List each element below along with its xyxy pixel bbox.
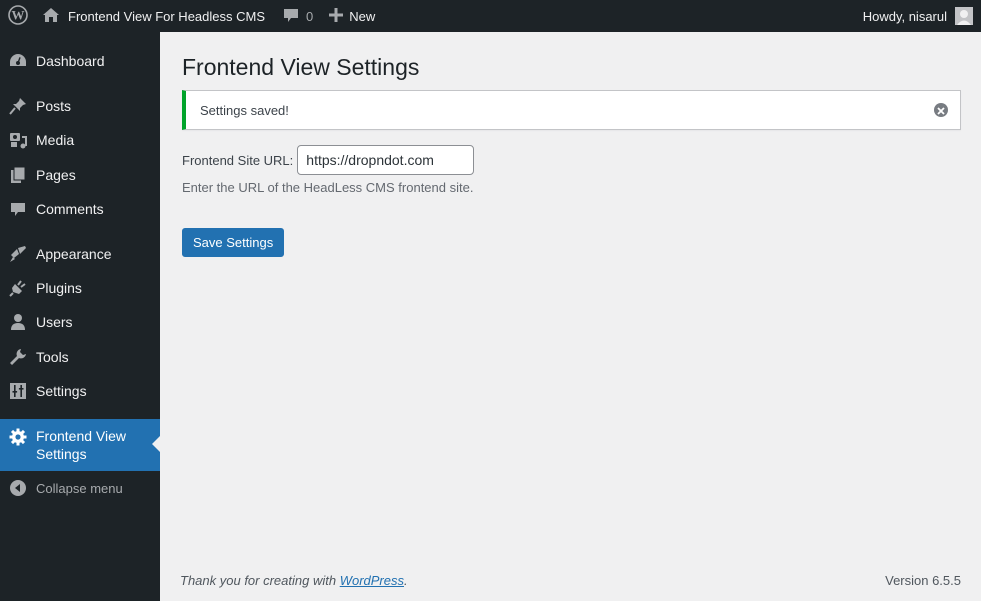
collapse-menu-button[interactable]: Collapse menu	[0, 471, 160, 505]
dismiss-notice-button[interactable]	[934, 103, 948, 117]
comments-link[interactable]: 0	[273, 0, 321, 32]
new-label: New	[349, 8, 376, 24]
save-settings-button[interactable]: Save Settings	[182, 228, 285, 257]
sidebar-item-users[interactable]: Users	[0, 305, 160, 339]
home-icon	[42, 7, 60, 26]
sidebar-item-label: Frontend View Settings	[36, 428, 127, 462]
media-icon	[0, 131, 36, 149]
wrench-icon	[0, 348, 36, 366]
sidebar-item-media[interactable]: Media	[0, 123, 160, 157]
sliders-icon	[0, 383, 36, 399]
main-content: Frontend View Settings Settings saved! F…	[160, 32, 981, 601]
sidebar-item-settings[interactable]: Settings	[0, 374, 160, 408]
collapse-arrow-icon	[0, 479, 36, 497]
sidebar-item-label: Media	[36, 132, 75, 148]
sidebar-item-label: Users	[36, 314, 73, 330]
dashboard-icon	[0, 53, 36, 69]
frontend-url-field-row: Frontend Site URL:	[182, 145, 475, 175]
svg-text:W: W	[12, 7, 25, 22]
comment-icon	[0, 201, 36, 217]
admin-bar: W Frontend View For Headless CMS 0 New H…	[0, 0, 981, 32]
footer-thanks-text: Thank you for creating with	[180, 573, 340, 588]
plus-icon	[329, 7, 344, 25]
my-account-menu[interactable]: Howdy, nisarul	[855, 0, 981, 32]
success-notice: Settings saved!	[182, 90, 961, 130]
new-content-link[interactable]: New	[321, 0, 383, 32]
site-name: Frontend View For Headless CMS	[68, 8, 266, 24]
comments-count: 0	[306, 8, 314, 24]
sidebar-item-label: Comments	[36, 201, 104, 217]
notice-message: Settings saved!	[200, 102, 289, 118]
sidebar-item-label: Plugins	[36, 280, 82, 296]
sidebar-item-label: Settings	[36, 383, 87, 399]
frontend-url-input[interactable]	[297, 145, 475, 175]
close-icon	[937, 103, 945, 118]
sidebar-item-pages[interactable]: Pages	[0, 158, 160, 192]
collapse-menu-label: Collapse menu	[36, 480, 123, 496]
sidebar-item-dashboard[interactable]: Dashboard	[0, 44, 160, 78]
frontend-url-description: Enter the URL of the HeadLess CMS fronte…	[182, 180, 474, 195]
sidebar-item-plugins[interactable]: Plugins	[0, 271, 160, 305]
wordpress-logo-menu[interactable]: W	[0, 0, 36, 32]
paintbrush-icon	[0, 245, 36, 263]
sidebar-item-appearance[interactable]: Appearance	[0, 237, 160, 271]
sidebar-item-label: Dashboard	[36, 53, 105, 69]
user-icon	[0, 313, 36, 331]
sidebar-item-tools[interactable]: Tools	[0, 340, 160, 374]
greeting: Howdy, nisarul	[862, 8, 947, 24]
pushpin-icon	[0, 97, 36, 115]
pages-icon	[0, 166, 36, 184]
version-text: Version 6.5.5	[885, 573, 961, 588]
gear-icon	[0, 428, 36, 446]
sidebar-item-label: Appearance	[36, 246, 112, 262]
sidebar-item-label: Posts	[36, 98, 72, 114]
wordpress-link[interactable]: WordPress	[340, 573, 404, 588]
sidebar-item-label: Pages	[36, 167, 76, 183]
admin-sidebar: Dashboard Posts Media Pages Comments App…	[0, 32, 160, 601]
plug-icon	[0, 279, 36, 297]
wordpress-logo-icon: W	[8, 4, 28, 28]
footer-thanks-suffix: .	[404, 573, 408, 588]
avatar	[955, 7, 973, 25]
sidebar-item-frontend-view-settings[interactable]: Frontend View Settings	[0, 419, 160, 471]
sidebar-item-posts[interactable]: Posts	[0, 89, 160, 123]
footer-thanks: Thank you for creating with WordPress.	[180, 573, 408, 588]
page-title: Frontend View Settings	[182, 54, 420, 80]
frontend-url-label: Frontend Site URL:	[182, 152, 294, 168]
site-name-link[interactable]: Frontend View For Headless CMS	[36, 0, 273, 32]
sidebar-item-comments[interactable]: Comments	[0, 192, 160, 226]
sidebar-item-label: Tools	[36, 349, 69, 365]
comment-bubble-icon	[283, 7, 299, 26]
